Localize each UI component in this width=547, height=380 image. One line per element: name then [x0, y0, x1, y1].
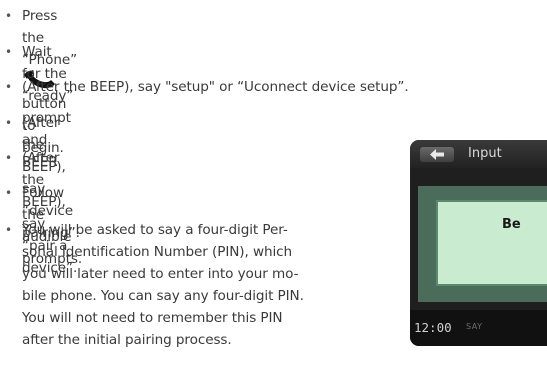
- step-line: You will not need to remember this PIN: [22, 310, 283, 326]
- prompt-box: [436, 200, 547, 286]
- screen-title: Input: [468, 146, 502, 161]
- step-line: bile phone. You can say any four-digit P…: [22, 288, 304, 304]
- list-item: • You will be asked to say a four-digit …: [0, 219, 412, 351]
- step-line: you will later need to enter into your m…: [22, 266, 299, 282]
- step-line: sonal Identification Number (PIN), which: [22, 244, 293, 260]
- bullet: •: [5, 223, 12, 237]
- step-line: after the initial pairing process.: [22, 332, 232, 348]
- bullet: •: [5, 186, 12, 200]
- screen-footer: 12:00 SAY: [410, 310, 547, 346]
- bullet: •: [5, 116, 12, 130]
- step-line: You will be asked to say a four-digit Pe…: [22, 222, 288, 238]
- back-arrow-icon: [430, 149, 444, 160]
- bullet: •: [5, 151, 12, 165]
- clock: 12:00: [414, 320, 452, 335]
- prompt-text: Be: [502, 217, 521, 232]
- bullet: •: [5, 45, 12, 59]
- say-label: SAY: [466, 322, 483, 331]
- step-text: (After the BEEP), say "setup" or “Uconne…: [22, 79, 409, 95]
- list-item: • (After the BEEP), say "setup" or “Ucon…: [0, 76, 409, 98]
- screen-panel: Be: [418, 186, 547, 302]
- screen-header: Input: [410, 140, 547, 168]
- bullet: •: [5, 9, 12, 23]
- back-button: [420, 147, 454, 162]
- bullet: •: [5, 80, 12, 94]
- radio-screen-image: Input Be 12:00 SAY: [410, 140, 547, 346]
